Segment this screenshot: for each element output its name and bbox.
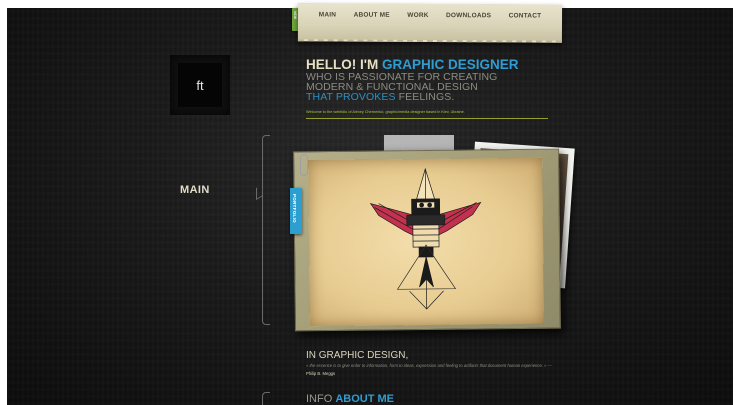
nav-item-downloads[interactable]: DOWNLOADS — [446, 12, 491, 19]
nav-item-work[interactable]: WORK — [407, 12, 428, 19]
portfolio-frame[interactable] — [293, 148, 561, 332]
info-heading: INFO ABOUT ME — [306, 393, 394, 405]
hero-line-4-highlight: THAT PROVOKES — [306, 91, 396, 103]
section-bracket — [262, 135, 270, 325]
info-bracket — [262, 392, 270, 405]
site-logo[interactable]: ft — [170, 55, 230, 115]
hero-role: GRAPHIC DESIGNER — [381, 57, 519, 72]
nav-item-contact[interactable]: CONTACT — [509, 12, 542, 19]
portfolio-tab-label: PORTFOLIO — [292, 194, 297, 223]
quote-body: » the essence is to give order to inform… — [306, 363, 552, 368]
quote-title: IN GRAPHIC DESIGN, — [306, 350, 409, 361]
hero-title: HELLO! I'M GRAPHIC DESIGNER — [306, 58, 566, 72]
artwork-paper — [308, 157, 544, 327]
portfolio-tab[interactable]: PORTFOLIO — [290, 188, 302, 234]
nav-item-about-me[interactable]: ABOUT ME — [354, 12, 390, 19]
top-navigation: MAIN ABOUT ME WORK DOWNLOADS CONTACT — [297, 3, 563, 43]
paper-clip-icon — [300, 154, 308, 176]
nav-item-main[interactable]: MAIN — [319, 11, 336, 18]
logo-mark: ft — [178, 63, 222, 107]
quote-author: Philip B. Meggs — [306, 371, 336, 376]
hero-line-4: THAT PROVOKES FEELINGS. — [306, 91, 566, 103]
robot-bird-illustration — [369, 167, 482, 310]
welcome-text: Welcome to the webfolio of Alexey Cherne… — [306, 110, 465, 114]
hero-line-4-rest: FEELINGS. — [395, 91, 455, 103]
section-label-main: MAIN — [180, 184, 210, 196]
new-tab-label: NEW — [293, 11, 297, 20]
hero-hello: HELLO! I'M — [306, 57, 382, 72]
quote-text: » the essence is to give order to inform… — [306, 362, 556, 378]
hero-heading: HELLO! I'M GRAPHIC DESIGNER WHO IS PASSI… — [306, 58, 566, 103]
info-prefix: INFO — [306, 393, 336, 405]
divider — [306, 118, 548, 119]
info-highlight: ABOUT ME — [335, 393, 395, 405]
